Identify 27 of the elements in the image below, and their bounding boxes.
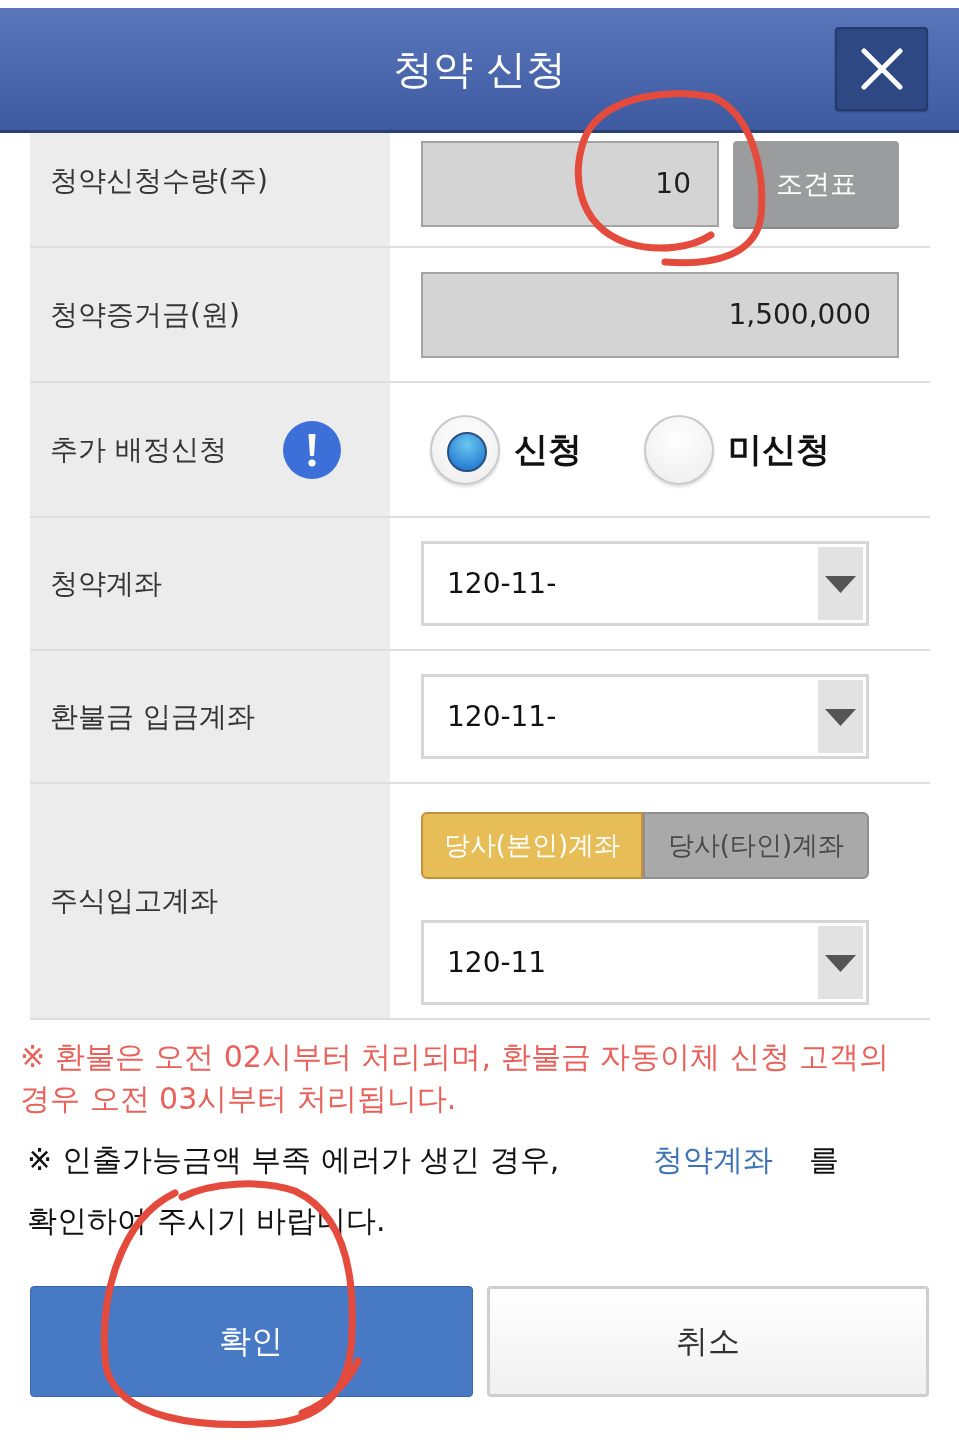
field-label: 청약계좌	[50, 565, 162, 602]
cancel-button[interactable]: 취소	[486, 1286, 929, 1397]
caret-down-icon	[818, 680, 863, 753]
caret-down-icon	[818, 926, 863, 999]
radio-label[interactable]: 신청	[514, 426, 582, 473]
account-select[interactable]: 120-11-	[421, 674, 869, 759]
field-label: 청약신청수량(주)	[50, 162, 268, 199]
refund-notice: ※ 환불은 오전 02시부터 처리되며, 환불금 자동이체 신청 고객의 경우 오전 03시부터 처리됩니다.	[20, 1038, 891, 1118]
account-select[interactable]: 120-11	[421, 920, 869, 1005]
quantity-field[interactable]: 10	[421, 141, 719, 227]
radio-button[interactable]	[430, 414, 500, 485]
account-type-tab[interactable]: 당사(타인)계좌	[643, 812, 869, 879]
radio-button[interactable]	[644, 414, 714, 485]
confirm-button[interactable]: 확인	[30, 1286, 473, 1397]
field-label: 환불금 입금계좌	[50, 698, 255, 735]
caret-down-icon	[818, 547, 863, 620]
field-label: 추가 배정신청	[50, 431, 227, 468]
close-button[interactable]	[835, 27, 928, 111]
account-link[interactable]: 청약계좌	[653, 1142, 774, 1177]
close-icon	[860, 48, 903, 90]
exclamation-icon[interactable]	[282, 420, 341, 479]
deposit-field: 1,500,000	[421, 271, 899, 358]
field-label: 주식입고계좌	[50, 883, 218, 919]
dialog-title: 청약 신청	[393, 45, 566, 94]
account-select[interactable]: 120-11-	[421, 541, 869, 626]
radio-label[interactable]: 미신청	[728, 426, 830, 473]
field-label: 청약증거금(원)	[50, 296, 240, 333]
